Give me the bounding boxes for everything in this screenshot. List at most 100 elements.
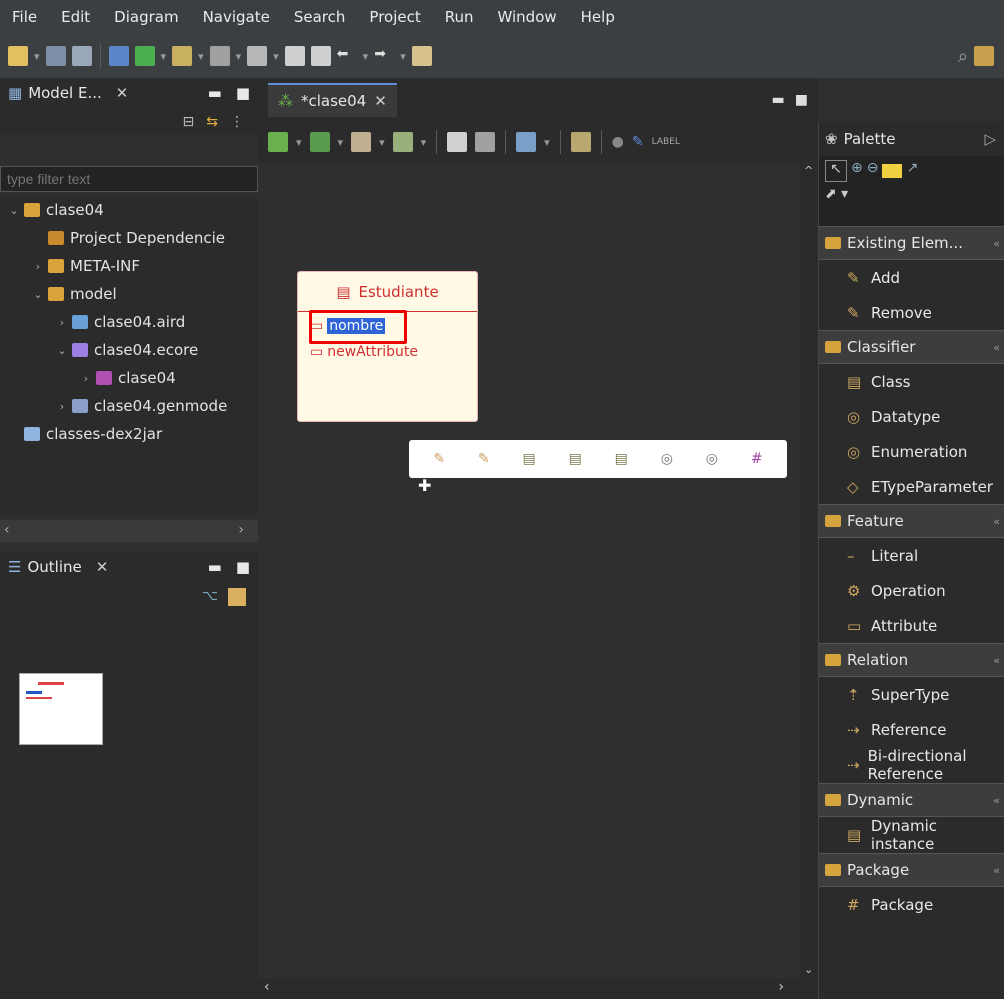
minimize-icon[interactable]: ▬ [208,84,222,102]
tree-item[interactable]: Project Dependencie [0,224,258,252]
select-tool-icon[interactable]: ↖ [825,160,847,182]
collapse-icon[interactable]: « [993,341,1000,354]
filter-input[interactable] [0,166,258,192]
search-icon[interactable]: ⌕ [958,46,968,67]
palette-item[interactable]: ✎ Remove [819,295,1004,330]
abstract-class-icon[interactable]: ▤ [569,451,582,467]
expand-icon[interactable]: ⌄ [54,344,70,357]
open-resource-icon[interactable] [247,46,268,66]
class-icon[interactable]: ▤ [523,451,536,467]
forward-icon[interactable]: ➡ [374,46,394,66]
collapse-icon[interactable]: « [993,794,1000,807]
align-icon[interactable] [392,132,413,152]
remove-icon[interactable]: ✎ [478,451,490,467]
expand-icon[interactable]: › [54,316,70,329]
datatype-icon[interactable]: ◎ [661,451,673,467]
palette-drawer[interactable]: Dynamic « [819,783,1004,817]
palette-item[interactable]: ◇ ETypeParameter [819,469,1004,504]
expand-icon[interactable]: › [54,400,70,413]
menu-project[interactable]: Project [357,0,432,34]
package-icon[interactable]: # [751,451,763,467]
back-icon[interactable]: ⬅ [337,46,357,66]
close-icon[interactable]: ✕ [374,92,387,110]
palette-item[interactable]: ◎ Datatype [819,399,1004,434]
new-icon[interactable] [8,46,28,66]
hide-icon[interactable]: ✎ [632,134,644,150]
editor-hscrollbar[interactable]: ‹ › [258,978,818,999]
distribute-icon[interactable] [351,132,372,152]
palette-item[interactable]: ▭ Attribute [819,608,1004,643]
palette-drawer[interactable]: Classifier « [819,330,1004,364]
collapse-icon[interactable]: « [993,237,1000,250]
palette-item[interactable]: ✎ Add [819,260,1004,295]
layout-icon[interactable] [309,132,330,152]
outline-tree-icon[interactable]: ⌥ [202,588,218,606]
tree-item[interactable]: › clase04.genmode [0,392,258,420]
interface-icon[interactable]: ▤ [615,451,628,467]
palette-item[interactable]: ⇡ SuperType [819,677,1004,712]
note-icon[interactable] [882,164,903,178]
outline-thumbnail[interactable] [19,673,103,745]
model-explorer-tab[interactable]: Model E... [28,84,102,102]
add-icon[interactable]: ✎ [433,451,445,467]
expand-icon[interactable]: › [30,260,46,273]
menu-navigate[interactable]: Navigate [191,0,282,34]
pin-icon[interactable] [447,132,468,152]
outline-overview-icon[interactable] [228,588,246,606]
maximize-icon[interactable]: ■ [236,558,250,576]
palette-item[interactable]: ⇢ Bi-directional Reference [819,747,1004,783]
palette-drawer[interactable]: Package « [819,853,1004,887]
menu-file[interactable]: File [0,0,49,34]
palette-item[interactable]: ⇢ Reference [819,712,1004,747]
collapse-icon[interactable]: « [993,654,1000,667]
tree-item[interactable]: › clase04.aird [0,308,258,336]
horizontal-scrollbar[interactable]: ‹ › [0,520,258,542]
collapse-icon[interactable]: « [993,864,1000,877]
save-icon[interactable] [45,46,66,66]
outline-tab[interactable]: Outline [27,558,81,576]
class-node[interactable]: ▤ Estudiante ▭ nombre ▭ newAttribute [297,271,478,422]
tasks-icon[interactable] [108,46,129,66]
palette-item[interactable]: ▤ Class [819,364,1004,399]
palette-item[interactable]: ◎ Enumeration [819,434,1004,469]
menu-search[interactable]: Search [282,0,358,34]
editor-tab[interactable]: *clase04 [301,92,366,110]
palette-collapse-icon[interactable]: ▷ [984,130,996,148]
tree-item[interactable]: classes-dex2jar [0,420,258,448]
menu-window[interactable]: Window [486,0,569,34]
prev-edit-icon[interactable] [284,46,305,66]
palette-drawer[interactable]: Relation « [819,643,1004,677]
expand-icon[interactable]: ⌄ [30,288,46,301]
close-icon[interactable]: ✕ [96,558,109,576]
tree-item[interactable]: ⌄ clase04.ecore [0,336,258,364]
minimize-icon[interactable]: ▬ [772,92,785,108]
maximize-icon[interactable]: ■ [795,92,808,108]
expand-icon[interactable]: ⌄ [6,204,22,217]
palette-item[interactable]: ⚙ Operation [819,573,1004,608]
view-menu-icon[interactable]: ⋮ [230,114,244,130]
tree-item[interactable]: ⌄ model [0,280,258,308]
expand-icon[interactable]: › [78,372,94,385]
palette-item[interactable]: – Literal [819,538,1004,573]
tree-item[interactable]: › clase04 [0,364,258,392]
note-attachment-icon[interactable]: ↗ [906,160,918,182]
menu-edit[interactable]: Edit [49,0,102,34]
open-type-icon[interactable] [209,46,230,66]
arrange-icon[interactable] [268,132,288,152]
perspective-icon[interactable] [974,46,994,66]
menu-help[interactable]: Help [569,0,627,34]
layers-icon[interactable] [516,132,537,152]
zoom-out-icon[interactable]: ⊖ [867,160,879,182]
wand-icon[interactable] [172,46,193,66]
class-name[interactable]: Estudiante [359,283,439,301]
dot-icon[interactable]: ● [612,134,624,150]
next-edit-icon[interactable] [310,46,331,66]
close-icon[interactable]: ✕ [116,84,129,102]
maximize-icon[interactable]: ■ [236,84,250,102]
tree-item[interactable]: › META-INF [0,252,258,280]
menu-diagram[interactable]: Diagram [102,0,190,34]
palette-item[interactable]: # Package [819,887,1004,922]
pin-tool-icon[interactable]: ⬈ ▾ [825,186,998,202]
palette-drawer[interactable]: Existing Elem... « [819,226,1004,260]
minimize-icon[interactable]: ▬ [208,558,222,576]
